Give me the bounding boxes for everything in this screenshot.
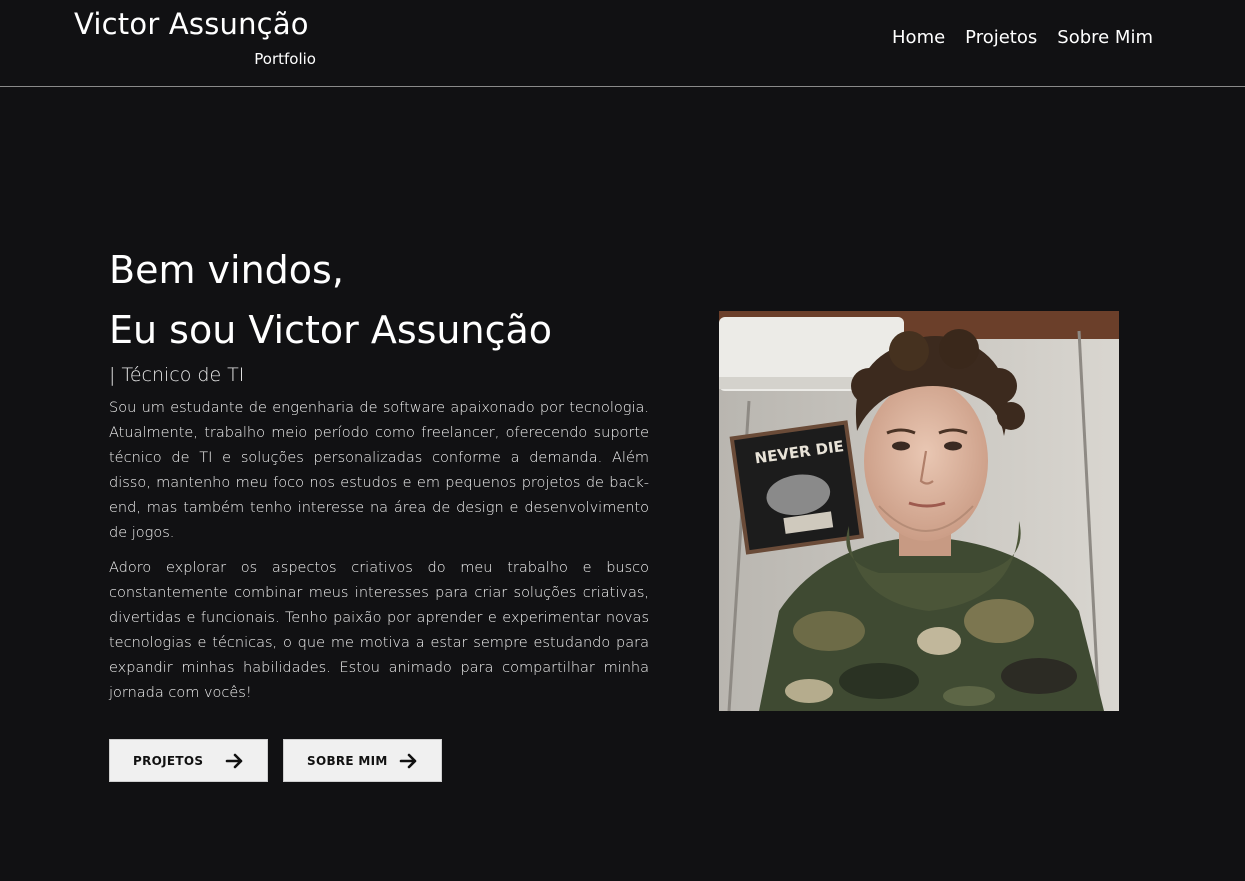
brand[interactable]: Victor Assunção Portfolio — [74, 6, 316, 68]
about-paragraph-2: Adoro explorar os aspectos criativos do … — [109, 560, 649, 701]
sobre-mim-button[interactable]: SOBRE MIM — [283, 739, 442, 782]
arrow-right-icon — [399, 753, 417, 768]
arrow-right-icon — [225, 753, 243, 768]
site-header: Victor Assunção Portfolio Home Projetos … — [0, 0, 1245, 87]
profile-photo-illustration: NEVER DIE — [719, 311, 1119, 711]
profile-photo: NEVER DIE — [719, 311, 1119, 711]
brand-name: Victor Assunção — [74, 7, 309, 41]
brand-subtitle: Portfolio — [254, 50, 316, 68]
projetos-button-label: PROJETOS — [133, 753, 204, 768]
role-subtitle: | Técnico de TI — [109, 364, 245, 386]
sobre-mim-button-label: SOBRE MIM — [307, 753, 388, 768]
hero-buttons: PROJETOS SOBRE MIM — [109, 739, 442, 782]
wall-sign: NEVER DIE — [729, 420, 864, 555]
nav-projetos[interactable]: Projetos — [965, 26, 1037, 50]
projetos-button[interactable]: PROJETOS — [109, 739, 268, 782]
greeting-line-1: Bem vindos, — [109, 248, 344, 292]
nav-home[interactable]: Home — [892, 26, 945, 50]
main-nav: Home Projetos Sobre Mim — [892, 26, 1153, 50]
greeting-line-2: Eu sou Victor Assunção — [109, 308, 553, 352]
hero-text: Bem vindos, Eu sou Victor Assunção | Téc… — [109, 240, 649, 716]
about-paragraph-1: Sou um estudante de engenharia de softwa… — [109, 400, 649, 541]
nav-sobre-mim[interactable]: Sobre Mim — [1057, 26, 1153, 50]
